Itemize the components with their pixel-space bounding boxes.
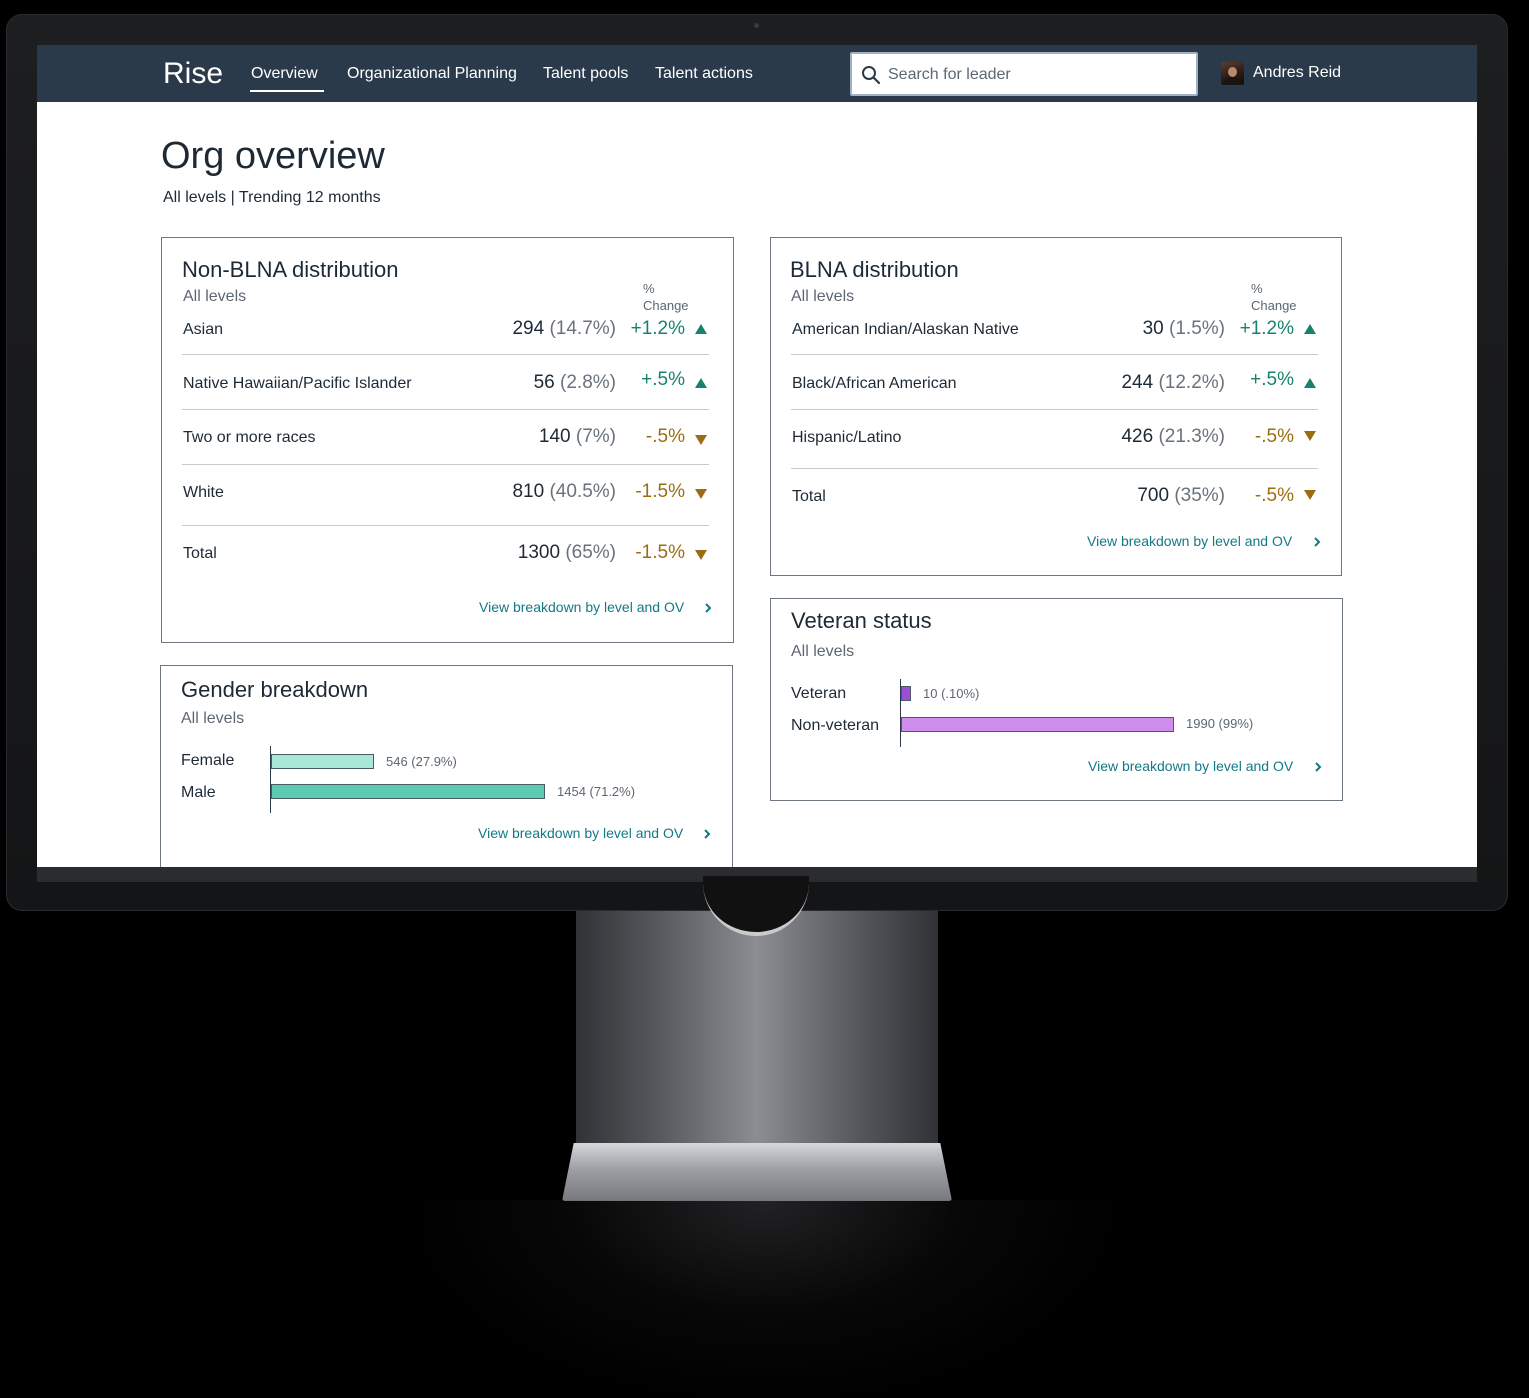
table-row-total: Total 700 (35%) -.5%	[791, 485, 1318, 518]
search-input[interactable]	[888, 64, 1188, 86]
user-name[interactable]: Andres Reid	[1253, 64, 1341, 82]
nav-organizational-planning[interactable]: Organizational Planning	[347, 64, 517, 84]
row-count: 56 (2.8%)	[533, 372, 616, 393]
row-count: 294 (14.7%)	[512, 318, 616, 339]
page-subtitle: All levels | Trending 12 months	[163, 189, 381, 206]
page-title: Org overview	[161, 135, 385, 177]
bar-value-veteran: 10 (.10%)	[923, 686, 980, 701]
bar-veteran	[901, 686, 911, 701]
card-subtitle: All levels	[181, 710, 245, 727]
bar-female	[271, 754, 374, 769]
trend-down-icon	[1304, 431, 1316, 441]
floor-reflection	[420, 1200, 1110, 1398]
trend-up-icon	[695, 378, 707, 388]
row-count: 30 (1.5%)	[1142, 318, 1225, 339]
table-row: Hispanic/Latino 426 (21.3%) -.5%	[791, 426, 1318, 469]
row-count: 140 (7%)	[538, 426, 616, 447]
top-navigation-bar: Rise Overview Organizational Planning Ta…	[37, 45, 1477, 102]
table-row: Two or more races 140 (7%) -.5%	[182, 426, 709, 465]
trend-up-icon	[695, 324, 707, 334]
card-subtitle: All levels	[183, 288, 247, 305]
chevron-right-icon[interactable]	[703, 601, 713, 615]
chevron-right-icon[interactable]	[1312, 535, 1322, 549]
row-label: Asian	[183, 321, 224, 338]
row-change: -1.5%	[635, 481, 685, 502]
gender-breakdown-card: Gender breakdown All levels Female Male …	[160, 665, 733, 867]
chevron-right-icon[interactable]	[1313, 760, 1323, 774]
search-icon	[862, 66, 881, 85]
app-screen: Rise Overview Organizational Planning Ta…	[37, 45, 1477, 867]
bar-value-male: 1454 (71.2%)	[557, 784, 636, 799]
percent-change-header: % Change	[643, 281, 689, 313]
row-change: -1.5%	[635, 542, 685, 563]
bar-label-female: Female	[181, 752, 235, 769]
row-label: American Indian/Alaskan Native	[792, 321, 1019, 338]
card-title: Gender breakdown	[181, 677, 369, 702]
bar-label-non-veteran: Non-veteran	[791, 717, 880, 734]
table-row: White 810 (40.5%) -1.5%	[182, 481, 709, 526]
row-change: +1.2%	[630, 318, 685, 339]
view-breakdown-link[interactable]: View breakdown by level and OV	[1088, 758, 1293, 774]
row-change: -.5%	[1254, 426, 1294, 447]
veteran-status-card: Veteran status All levels Veteran Non-ve…	[770, 598, 1343, 801]
card-title: Veteran status	[791, 608, 932, 633]
row-count: 700 (35%)	[1137, 485, 1225, 506]
monitor-camera	[754, 23, 759, 28]
bar-value-non-veteran: 1990 (99%)	[1186, 716, 1254, 731]
blna-distribution-card: BLNA distribution All levels % Change Am…	[770, 237, 1342, 576]
table-row: American Indian/Alaskan Native 30 (1.5%)…	[791, 318, 1318, 355]
view-breakdown-link[interactable]: View breakdown by level and OV	[1087, 533, 1292, 549]
bar-label-male: Male	[181, 784, 216, 801]
row-change: -.5%	[645, 426, 685, 447]
brand-logo[interactable]: Rise	[163, 57, 223, 91]
percent-change-header: % Change	[1251, 281, 1297, 313]
nav-talent-pools[interactable]: Talent pools	[543, 64, 628, 84]
row-label: White	[183, 484, 224, 501]
bar-male	[271, 784, 545, 799]
trend-down-icon	[1304, 490, 1316, 500]
user-avatar[interactable]	[1221, 62, 1244, 85]
row-count: 810 (40.5%)	[512, 481, 616, 502]
trend-down-icon	[695, 550, 707, 560]
row-count: 426 (21.3%)	[1121, 426, 1225, 447]
table-row: Black/African American 244 (12.2%) +.5%	[791, 369, 1318, 410]
bar-label-veteran: Veteran	[791, 685, 847, 702]
nav-overview[interactable]: Overview	[250, 64, 324, 92]
trend-down-icon	[695, 489, 707, 499]
table-row-total: Total 1300 (65%) -1.5%	[182, 542, 709, 575]
table-row: Native Hawaiian/Pacific Islander 56 (2.8…	[182, 369, 709, 410]
monitor-stand	[576, 911, 938, 1151]
nav-talent-actions[interactable]: Talent actions	[655, 64, 753, 84]
bar-non-veteran	[901, 717, 1174, 732]
row-change: +.5%	[1250, 369, 1294, 390]
row-change: -.5%	[1254, 485, 1294, 506]
trend-up-icon	[1304, 378, 1316, 388]
leader-search[interactable]	[850, 52, 1198, 96]
row-label: Black/African American	[792, 375, 957, 392]
view-breakdown-link[interactable]: View breakdown by level and OV	[478, 825, 683, 841]
bar-value-female: 546 (27.9%)	[386, 754, 457, 769]
trend-down-icon	[695, 435, 707, 445]
trend-up-icon	[1304, 324, 1316, 334]
row-count: 244 (12.2%)	[1121, 372, 1225, 393]
row-change: +.5%	[641, 369, 685, 390]
row-label: Native Hawaiian/Pacific Islander	[183, 375, 412, 392]
row-label: Hispanic/Latino	[792, 429, 902, 446]
row-label: Total	[792, 488, 826, 505]
chevron-right-icon[interactable]	[702, 827, 712, 841]
card-title: Non-BLNA distribution	[182, 257, 399, 282]
card-title: BLNA distribution	[790, 257, 959, 282]
card-subtitle: All levels	[791, 643, 855, 660]
row-label: Total	[183, 545, 217, 562]
row-change: +1.2%	[1239, 318, 1294, 339]
monitor-stand-base	[562, 1143, 952, 1201]
row-count: 1300 (65%)	[517, 542, 616, 563]
row-label: Two or more races	[183, 429, 316, 446]
non-blna-distribution-card: Non-BLNA distribution All levels % Chang…	[161, 237, 734, 643]
table-row: Asian 294 (14.7%) +1.2%	[182, 318, 709, 355]
view-breakdown-link[interactable]: View breakdown by level and OV	[479, 599, 684, 615]
card-subtitle: All levels	[791, 288, 855, 305]
